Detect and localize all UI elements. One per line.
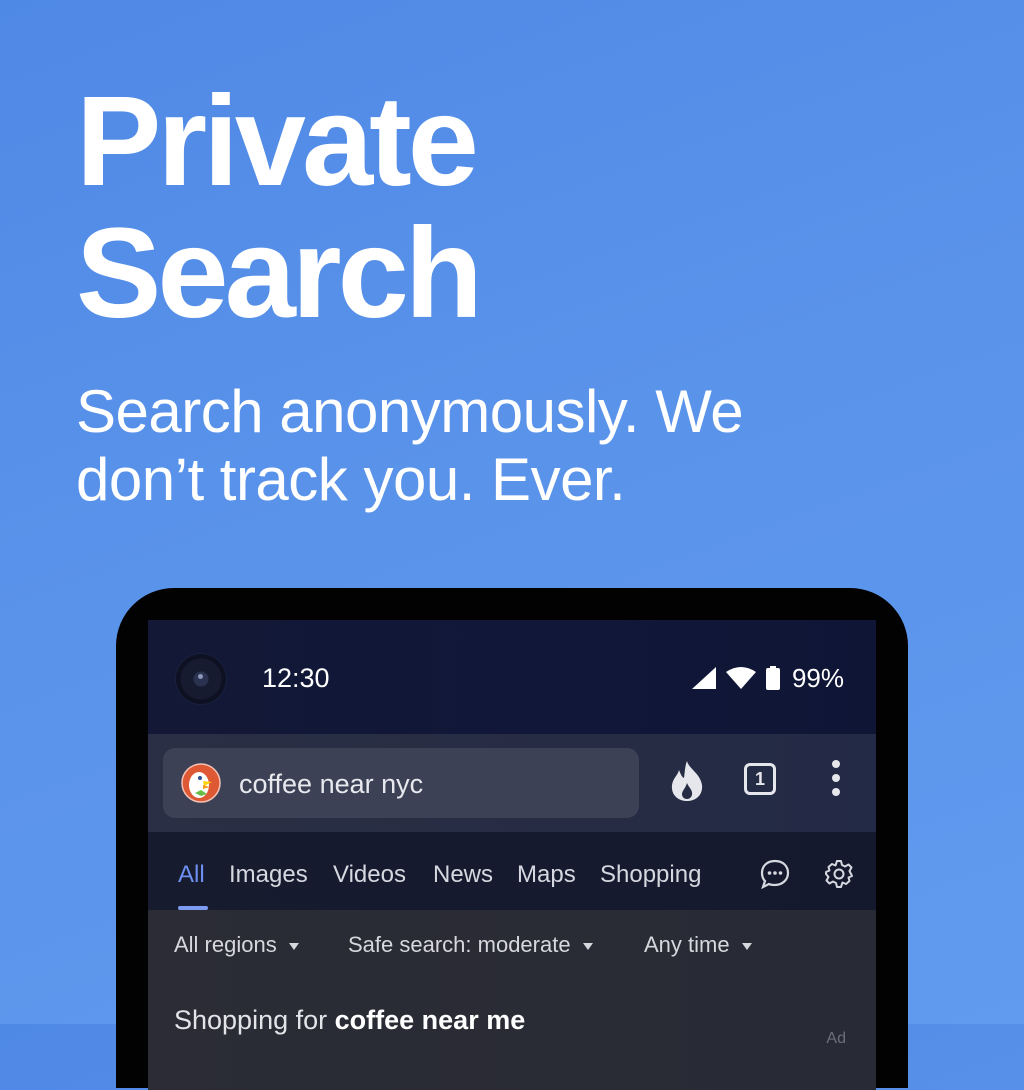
results-area: All regions Safe search: moderate Any ti… xyxy=(148,910,876,1090)
subheadline-line-1: Search anonymously. We xyxy=(76,378,744,445)
headline-line-1: Private xyxy=(76,70,479,213)
battery-icon xyxy=(765,666,780,690)
caret-down-icon xyxy=(582,942,593,950)
tab-news[interactable]: News xyxy=(433,860,493,890)
chat-icon[interactable] xyxy=(760,859,790,889)
fire-icon[interactable] xyxy=(670,761,704,801)
duckduckgo-logo-icon[interactable] xyxy=(181,763,221,803)
search-input[interactable] xyxy=(239,767,619,801)
signal-icon xyxy=(691,667,716,689)
region-filter-dropdown[interactable]: All regions xyxy=(174,930,299,960)
caret-down-icon xyxy=(741,942,752,950)
tab-maps[interactable]: Maps xyxy=(517,860,576,890)
address-bar[interactable] xyxy=(163,748,639,818)
headline: Private Search xyxy=(76,70,483,345)
subheadline-line-2: don’t track you. Ever. xyxy=(76,446,626,513)
search-category-tabs: All Images Videos News Maps Shopping xyxy=(148,832,876,910)
wifi-icon xyxy=(725,667,756,689)
settings-gear-icon[interactable] xyxy=(824,859,854,889)
status-time: 12:30 xyxy=(262,663,330,693)
shopping-query: coffee near me xyxy=(334,1005,526,1035)
tab-videos[interactable]: Videos xyxy=(333,860,406,890)
tab-images[interactable]: Images xyxy=(229,860,308,890)
safe-search-label: Safe search: moderate xyxy=(348,932,571,957)
phone-screen: 12:30 99% coffee near nyc 1 All Images V… xyxy=(148,620,876,1090)
tab-count: 1 xyxy=(754,769,765,789)
caret-down-icon xyxy=(288,942,299,950)
overflow-menu-icon[interactable] xyxy=(832,760,840,802)
region-filter-label: All regions xyxy=(174,932,277,957)
status-icons: 99% xyxy=(691,660,844,696)
browser-toolbar: 1 xyxy=(148,734,876,832)
status-bar: 12:30 99% xyxy=(148,620,876,734)
shopping-results-heading[interactable]: Shopping for coffee near me xyxy=(174,1002,525,1038)
safe-search-dropdown[interactable]: Safe search: moderate xyxy=(348,930,593,960)
tab-shopping[interactable]: Shopping xyxy=(600,860,701,890)
phone-frame: 12:30 99% coffee near nyc 1 All Images V… xyxy=(116,588,908,1090)
headline-line-2: Search xyxy=(76,202,483,345)
front-camera xyxy=(176,654,226,704)
shopping-prefix: Shopping for xyxy=(174,1005,328,1035)
tab-all[interactable]: All xyxy=(178,860,205,890)
ad-label: Ad xyxy=(826,1030,846,1047)
time-filter-dropdown[interactable]: Any time xyxy=(644,930,752,960)
tabs-icon[interactable]: 1 xyxy=(744,763,776,795)
subheadline: Search anonymously. We don’t track you. … xyxy=(76,378,976,514)
time-filter-label: Any time xyxy=(644,932,730,957)
battery-percentage: 99% xyxy=(791,663,844,693)
